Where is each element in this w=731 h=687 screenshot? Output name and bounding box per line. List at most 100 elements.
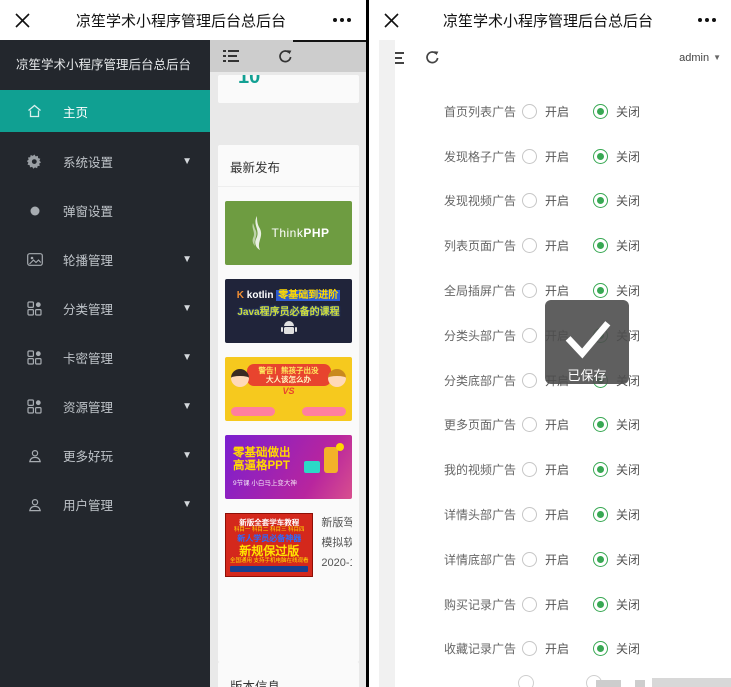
sidebar-menu: 主页 系统设置 ▼ 弹窗设置 轮播管理 ▼ 分类管理 ▼ 卡密管理 ▼ 资源管理 ▼ 更多好玩 ▼ 用户管理… — [0, 90, 210, 529]
radio-option-off[interactable]: 关闭 — [593, 596, 640, 613]
radio-option-off[interactable]: 关闭 — [593, 103, 640, 120]
partial-radio — [518, 675, 534, 687]
ad-setting-row-9: 详情头部广告 开启 关闭 — [369, 492, 731, 537]
radio-on-label: 开启 — [545, 418, 570, 433]
more-menu-icon[interactable] — [683, 18, 731, 22]
checkmark-icon — [565, 321, 611, 359]
ad-row-label: 详情底部广告 — [444, 552, 517, 567]
radio-on-label: 开启 — [545, 104, 570, 119]
sidebar-item-6[interactable]: 资源管理 ▼ — [0, 382, 210, 431]
radio-circle — [593, 551, 609, 567]
partial-widget — [652, 678, 731, 687]
feed-item-thinkphp[interactable]: ThinkPHP — [225, 201, 352, 265]
ad-setting-row-12: 收藏记录广告 开启 关闭 — [369, 627, 731, 672]
page-title: 凉笙学术小程序管理后台总后台 — [442, 12, 653, 30]
radio-circle — [522, 417, 537, 433]
radio-on-label: 开启 — [545, 463, 570, 478]
sidebar-item-label: 主页 — [63, 105, 89, 120]
radio-option-off[interactable]: 关闭 — [593, 640, 640, 657]
radio-off-label: 关闭 — [616, 418, 641, 433]
radio-option-on[interactable]: 开启 — [522, 551, 569, 568]
sidebar-item-3[interactable]: 轮播管理 ▼ — [0, 235, 210, 284]
sidebar-item-4[interactable]: 分类管理 ▼ — [0, 284, 210, 333]
sidebar: 凉笙学术小程序管理后台总后台 主页 系统设置 ▼ 弹窗设置 轮播管理 ▼ 分类管理 ▼ 卡密管理… — [0, 40, 210, 687]
sidebar-toggle-icon[interactable] — [220, 45, 242, 67]
radio-option-off[interactable]: 关闭 — [593, 461, 640, 478]
latest-feed-card: 最新发布 ThinkPHP K kotlin 零基础到进阶 Java程序员必备的… — [218, 145, 359, 662]
sidebar-item-7[interactable]: 更多好玩 ▼ — [0, 431, 210, 480]
radio-circle — [522, 238, 537, 254]
radio-option-off[interactable]: 关闭 — [593, 192, 640, 209]
radio-option-on[interactable]: 开启 — [522, 506, 569, 523]
ad-setting-row-1: 发现格子广告 开启 关闭 — [369, 134, 731, 179]
sidebar-item-label: 轮播管理 — [63, 254, 114, 268]
radio-option-off[interactable]: 关闭 — [593, 237, 640, 254]
android-robot-icon — [280, 321, 297, 334]
sidebar-item-8[interactable]: 用户管理 ▼ — [0, 480, 210, 529]
radio-option-off[interactable]: 关闭 — [593, 551, 640, 568]
close-icon[interactable] — [0, 12, 44, 29]
radio-circle — [593, 462, 609, 478]
ppt-illustration — [336, 443, 344, 451]
radio-option-off[interactable]: 关闭 — [593, 416, 640, 433]
image-icon — [26, 251, 43, 268]
radio-option-on[interactable]: 开启 — [522, 461, 569, 478]
left-toolbar — [210, 40, 366, 72]
refresh-icon[interactable] — [274, 45, 296, 67]
version-card: 版本信息 — [218, 662, 359, 687]
chevron-down-icon: ▼ — [182, 499, 192, 510]
stat-card: 10 — [218, 75, 359, 103]
radio-option-on[interactable]: 开启 — [522, 596, 569, 613]
radio-off-label: 关闭 — [616, 552, 641, 567]
ad-setting-row-7: 更多页面广告 开启 关闭 — [369, 403, 731, 448]
ppt-illustration — [324, 447, 338, 473]
feed-item-driving[interactable]: 新版全套学车教程 科目一 科目二 科目三 科目四 新人学员必备神器 新规保过版 … — [225, 513, 352, 577]
radio-off-label: 关闭 — [616, 597, 641, 612]
radio-option-on[interactable]: 开启 — [522, 237, 569, 254]
radio-circle — [593, 596, 609, 612]
sidebar-item-1[interactable]: 系统设置 ▼ — [0, 137, 210, 186]
radio-circle — [522, 507, 537, 523]
stat-value: 10 — [238, 75, 261, 88]
more-menu-icon[interactable] — [318, 18, 366, 22]
radio-option-on[interactable]: 开启 — [522, 103, 569, 120]
partial-widget — [635, 680, 645, 687]
radio-circle — [593, 507, 609, 523]
panel-right: 凉笙学术小程序管理后台总后台 admin ▼ 首页列表广告 开启 关闭 发现格子广告开… — [366, 0, 731, 687]
ad-row-label: 我的视频广告 — [444, 463, 517, 478]
close-icon[interactable] — [369, 12, 413, 29]
sidebar-item-2[interactable]: 弹窗设置 — [0, 186, 210, 235]
feed-item-kotlin[interactable]: K kotlin 零基础到进阶 Java程序员必备的课程 — [225, 279, 352, 343]
gear-icon — [26, 153, 43, 170]
ad-setting-row-2: 发现视频广告 开启 关闭 — [369, 179, 731, 224]
sidebar-item-label: 弹窗设置 — [63, 205, 114, 219]
page-title: 凉笙学术小程序管理后台总后台 — [75, 12, 286, 30]
radio-off-label: 关闭 — [616, 104, 641, 119]
feed-item-kids[interactable]: 警告！熊孩子出没 大人该怎么办 VS — [225, 357, 352, 421]
radio-off-label: 关闭 — [616, 149, 641, 164]
radio-on-label: 开启 — [545, 239, 570, 254]
radio-option-off[interactable]: 关闭 — [593, 282, 640, 299]
radio-option-on[interactable]: 开启 — [522, 416, 569, 433]
radio-circle — [593, 193, 609, 209]
radio-circle — [522, 283, 537, 299]
driving-thumbnail: 新版全套学车教程 科目一 科目二 科目三 科目四 新人学员必备神器 新规保过版 … — [225, 513, 314, 577]
radio-circle — [522, 596, 537, 612]
radio-option-off[interactable]: 关闭 — [593, 148, 640, 165]
feed-item-ppt[interactable]: 零基础做出 高逼格PPT 9节课 小白马上变大神 — [225, 435, 352, 499]
radio-option-off[interactable]: 关闭 — [593, 506, 640, 523]
radio-option-on[interactable]: 开启 — [522, 282, 569, 299]
radio-option-on[interactable]: 开启 — [522, 640, 569, 657]
radio-option-on[interactable]: 开启 — [522, 148, 569, 165]
sidebar-item-label: 系统设置 — [63, 156, 114, 170]
banner-strip — [230, 566, 309, 572]
sidebar-item-0[interactable]: 主页 — [0, 90, 210, 132]
ad-row-label: 发现视频广告 — [444, 194, 517, 209]
sidebar-item-5[interactable]: 卡密管理 ▼ — [0, 333, 210, 382]
cartoon-boy — [328, 369, 346, 387]
ad-setting-row-3: 列表页面广告 开启 关闭 — [369, 223, 731, 268]
sidebar-item-label: 分类管理 — [63, 303, 114, 317]
ad-setting-row-11: 购买记录广告 开启 关闭 — [369, 582, 731, 627]
ad-setting-row-8: 我的视频广告 开启 关闭 — [369, 447, 731, 492]
radio-option-on[interactable]: 开启 — [522, 192, 569, 209]
